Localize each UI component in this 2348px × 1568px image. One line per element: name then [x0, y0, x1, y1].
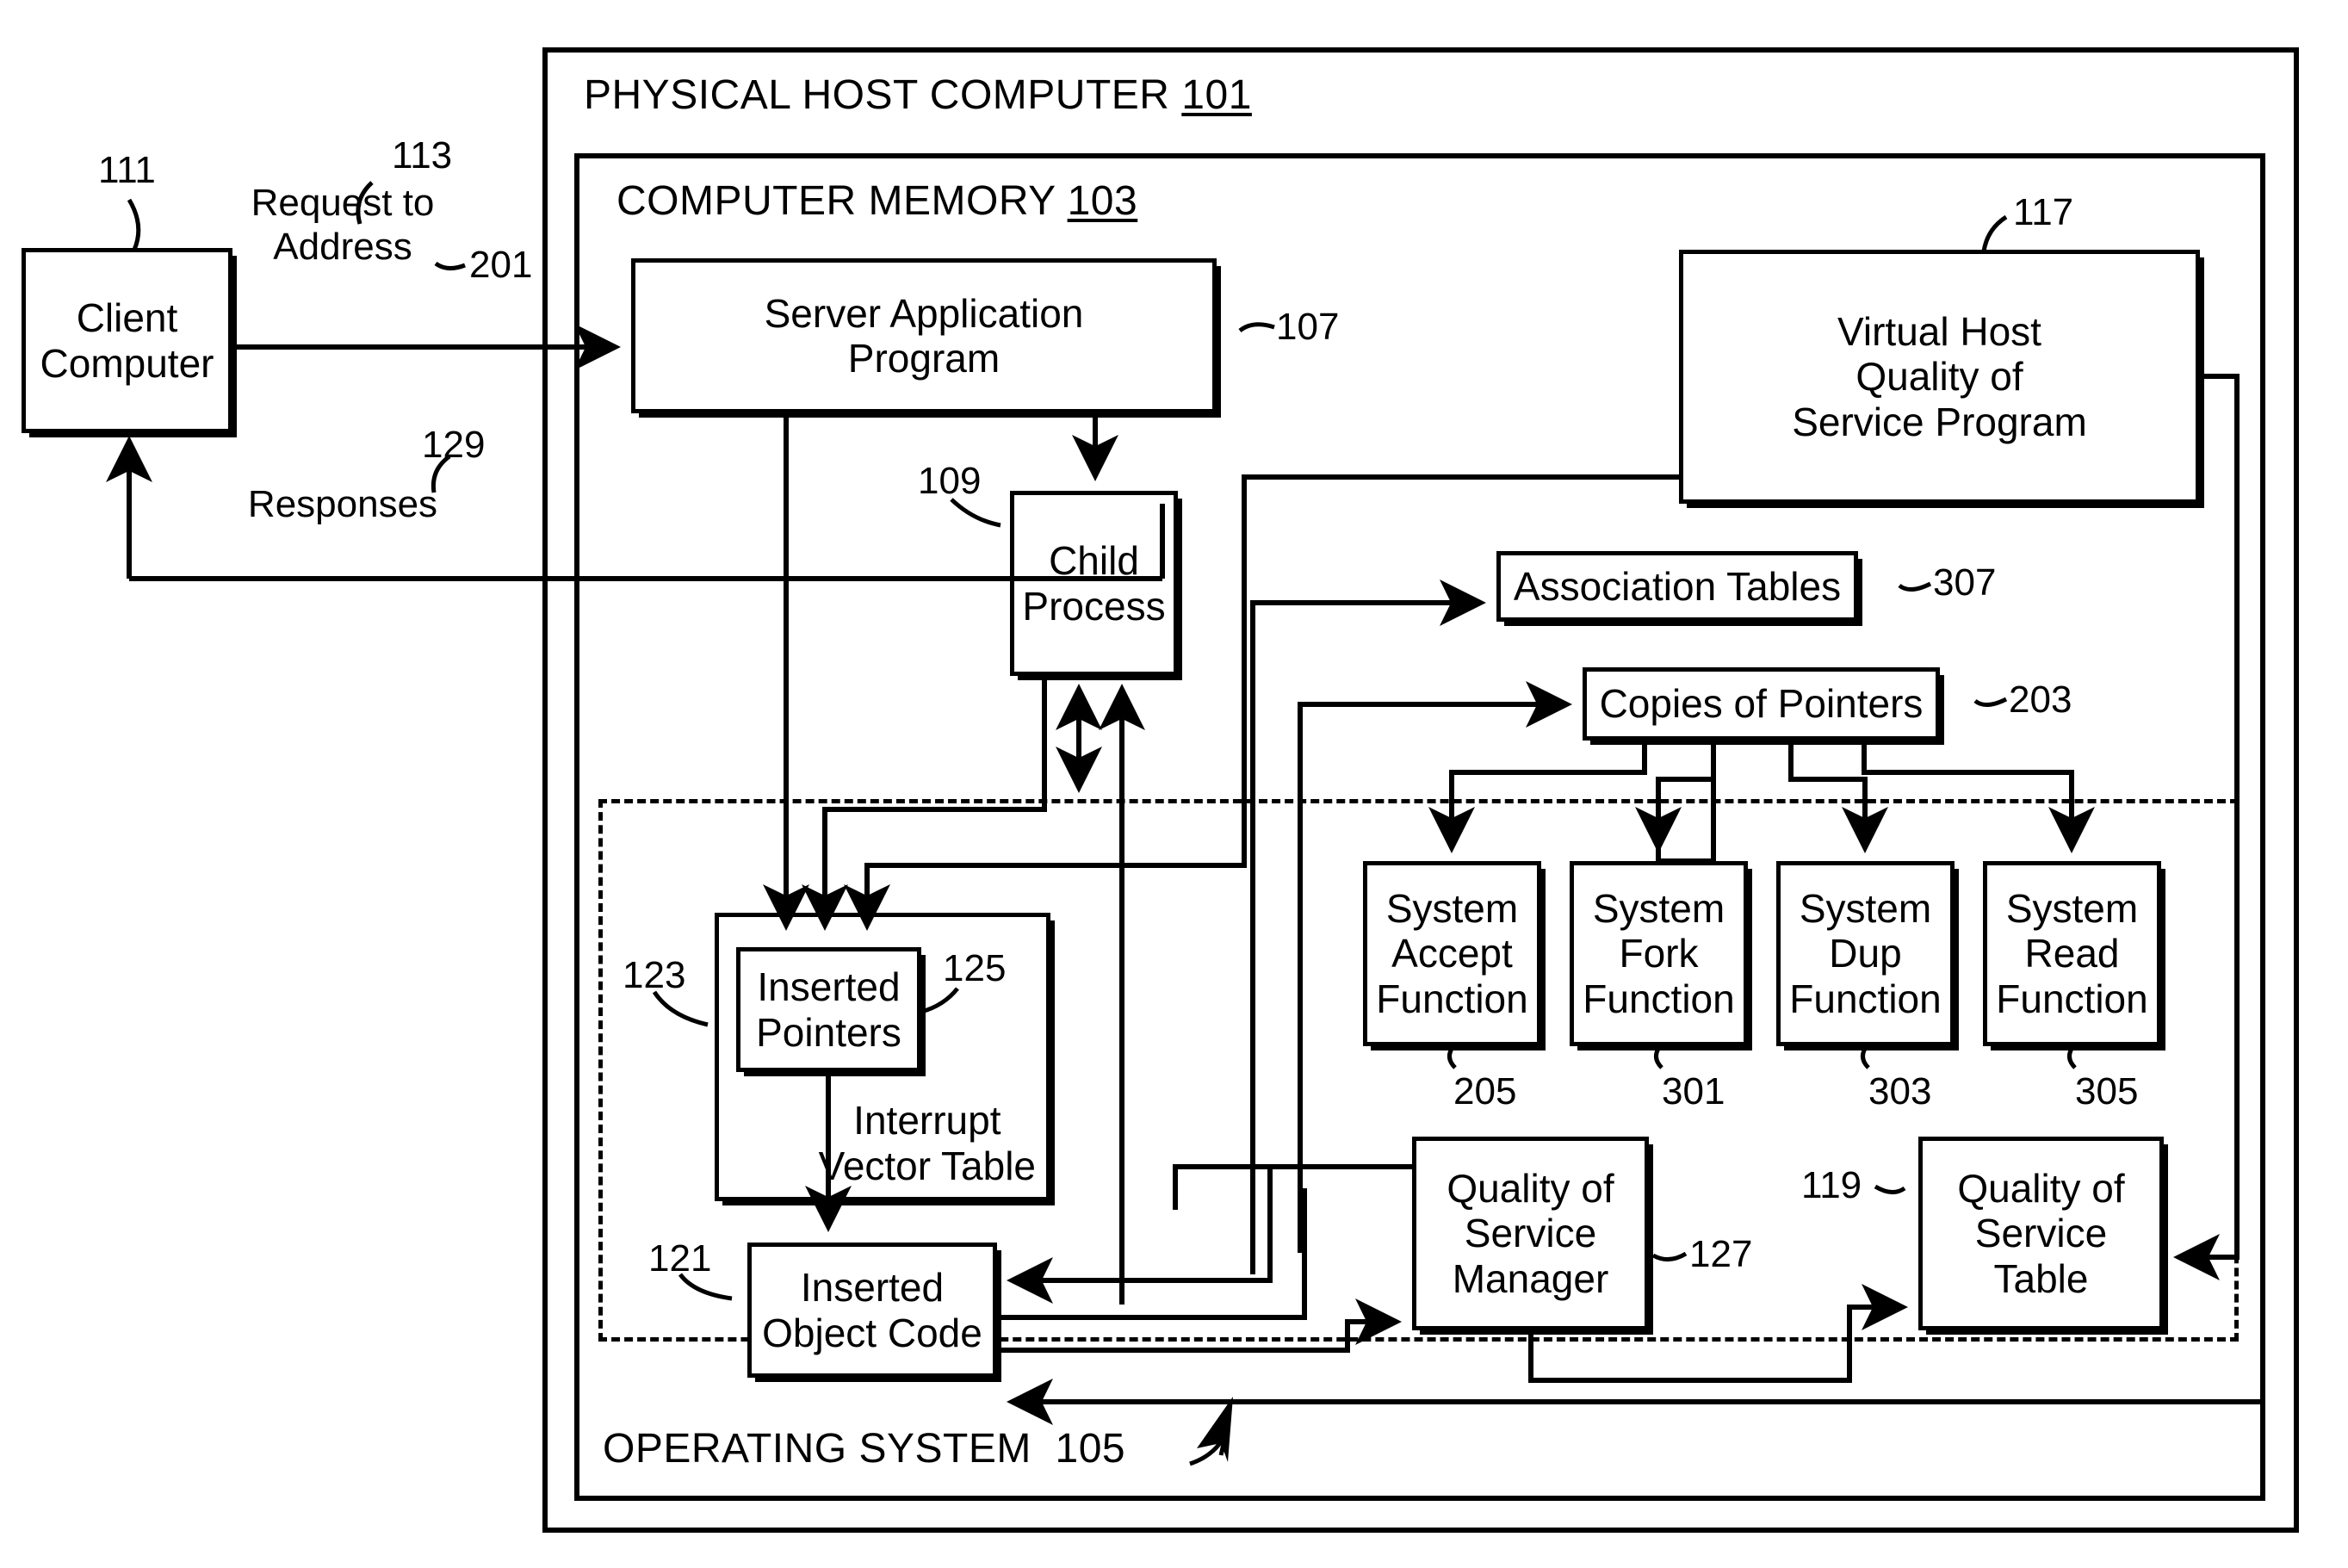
region-title-computer-memory: COMPUTER MEMORY 103 — [616, 177, 1137, 225]
region-title-physical-host-computer-text: PHYSICAL HOST COMPUTER — [584, 72, 1170, 118]
ref-125: 125 — [943, 947, 1007, 989]
region-ref-103: 103 — [1067, 178, 1138, 224]
box-virtual-host-quality-of-service-program-label: Virtual Host Quality of Service Program — [1792, 308, 2087, 444]
ref-109: 109 — [918, 460, 982, 502]
ref-107: 107 — [1276, 306, 1340, 348]
region-ref-101: 101 — [1181, 72, 1252, 118]
flow-label-responses: Responses — [239, 482, 446, 526]
region-ref-105: 105 — [1055, 1426, 1126, 1472]
box-copies-of-pointers-label: Copies of Pointers — [1599, 681, 1924, 727]
ref-113: 113 — [392, 134, 453, 177]
box-server-application-program[interactable]: Server Application Program — [631, 258, 1217, 413]
box-system-read-function-label: System Read Function — [1996, 885, 2148, 1021]
box-system-dup-function[interactable]: System Dup Function — [1776, 861, 1955, 1046]
box-inserted-object-code[interactable]: Inserted Object Code — [747, 1243, 997, 1378]
ref-301: 301 — [1662, 1070, 1725, 1112]
ref-117: 117 — [2013, 191, 2074, 233]
box-virtual-host-quality-of-service-program[interactable]: Virtual Host Quality of Service Program — [1679, 250, 2200, 504]
flow-label-responses-text: Responses — [247, 483, 438, 525]
box-system-accept-function[interactable]: System Accept Function — [1363, 861, 1541, 1046]
box-quality-of-service-table[interactable]: Quality of Service Table — [1918, 1137, 2164, 1330]
ref-205: 205 — [1453, 1070, 1517, 1112]
ref-303: 303 — [1868, 1070, 1932, 1112]
region-title-operating-system: OPERATING SYSTEM 105 — [603, 1425, 1125, 1472]
ref-129: 129 — [422, 424, 486, 466]
region-title-computer-memory-text: COMPUTER MEMORY — [616, 178, 1056, 224]
ref-305: 305 — [2075, 1070, 2139, 1112]
box-child-process[interactable]: Child Process — [1010, 491, 1178, 676]
box-child-process-label: Child Process — [1022, 538, 1166, 629]
box-client-computer[interactable]: Client Computer — [22, 248, 232, 433]
flow-label-request-to-address-text: Request to Address — [251, 182, 435, 269]
ref-203: 203 — [2009, 679, 2072, 721]
ref-121: 121 — [648, 1237, 712, 1280]
box-client-computer-label: Client Computer — [40, 295, 214, 386]
box-association-tables-label: Association Tables — [1513, 563, 1842, 609]
box-server-application-program-label: Server Application Program — [764, 290, 1084, 381]
region-title-operating-system-text: OPERATING SYSTEM — [603, 1426, 1032, 1472]
patent-figure: PHYSICAL HOST COMPUTER 101 COMPUTER MEMO… — [0, 0, 2348, 1568]
box-quality-of-service-manager-label: Quality of Service Manager — [1447, 1165, 1614, 1301]
box-interrupt-vector-table-label: Interrupt Vector Table — [818, 1098, 1036, 1188]
box-system-fork-function[interactable]: System Fork Function — [1570, 861, 1748, 1046]
box-association-tables[interactable]: Association Tables — [1496, 551, 1858, 622]
box-system-fork-function-label: System Fork Function — [1583, 885, 1735, 1021]
box-system-accept-function-label: System Accept Function — [1376, 885, 1528, 1021]
ref-123: 123 — [623, 954, 686, 996]
ref-119: 119 — [1801, 1164, 1862, 1206]
box-system-dup-function-label: System Dup Function — [1789, 885, 1942, 1021]
box-inserted-object-code-label: Inserted Object Code — [762, 1265, 982, 1355]
region-title-physical-host-computer: PHYSICAL HOST COMPUTER 101 — [584, 71, 1252, 119]
box-copies-of-pointers[interactable]: Copies of Pointers — [1583, 667, 1940, 741]
ref-127: 127 — [1689, 1233, 1753, 1275]
ref-201: 201 — [469, 244, 533, 286]
box-inserted-pointers-label: Inserted Pointers — [756, 964, 901, 1055]
box-inserted-pointers[interactable]: Inserted Pointers — [736, 947, 921, 1072]
flow-label-request-to-address: Request to Address — [239, 181, 446, 269]
box-system-read-function[interactable]: System Read Function — [1983, 861, 2161, 1046]
box-quality-of-service-manager[interactable]: Quality of Service Manager — [1412, 1137, 1649, 1330]
leader-111 — [127, 198, 141, 251]
box-quality-of-service-table-label: Quality of Service Table — [1957, 1165, 2125, 1301]
ref-111: 111 — [98, 149, 156, 191]
ref-307: 307 — [1933, 561, 1997, 604]
